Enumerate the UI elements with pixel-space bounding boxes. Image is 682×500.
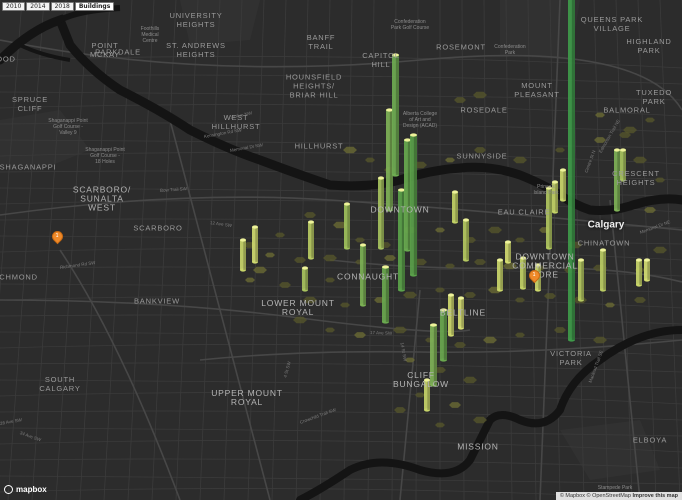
neighborhood-label: SCARBORO xyxy=(133,223,183,233)
attribution-mapbox[interactable]: © Mapbox xyxy=(560,493,585,499)
building-bar xyxy=(644,258,650,282)
neighborhood-label: CLIFF BUNGALOW xyxy=(393,370,449,389)
neighborhood-label: CAPITOL HILL xyxy=(362,51,400,69)
building-bar xyxy=(240,238,246,272)
neighborhood-label: ELBOYA xyxy=(632,435,668,445)
attribution-osm[interactable]: © OpenStreetMap xyxy=(587,493,631,499)
city-label: Calgary xyxy=(587,219,625,231)
poi-label: Foothills Medical Centre xyxy=(140,26,160,44)
poi-label: Confederation Park Golf Course xyxy=(390,19,430,31)
neighborhood-label: HILLHURST xyxy=(294,141,344,151)
marker-label: 1 xyxy=(532,272,536,279)
building-bar xyxy=(568,0,575,342)
poi-label: Stampede Park xyxy=(597,485,633,491)
neighborhood-label: BALMORAL xyxy=(603,105,651,115)
neighborhood-label: DOWNTOWN COMMERCIAL CORE xyxy=(512,251,578,280)
year-tab-bar: 2010 2014 2018 Buildings xyxy=(2,2,115,11)
neighborhood-label: QUEENS PARK VILLAGE xyxy=(580,15,644,33)
neighborhood-label: OOD xyxy=(0,54,16,64)
building-bar xyxy=(404,138,411,252)
neighborhood-label: UPPER MOUNT ROYAL xyxy=(211,388,283,407)
neighborhood-label: UNIVERSITY HEIGHTS xyxy=(169,11,223,29)
neighborhood-label: VICTORIA PARK xyxy=(550,349,592,367)
street-label: 17 Ave SW xyxy=(369,330,393,336)
neighborhood-label: MISSION xyxy=(457,441,499,452)
poi-label: Confederation Park xyxy=(494,44,526,56)
building-bar xyxy=(452,190,458,224)
improve-map-link[interactable]: Improve this map xyxy=(632,493,678,499)
building-bar xyxy=(505,240,511,264)
neighborhood-label: CRESCENT HEIGHTS xyxy=(612,169,660,187)
building-bar xyxy=(302,266,308,292)
building-bar xyxy=(308,220,314,260)
neighborhood-label: ST. ANDREWS HEIGHTS xyxy=(166,41,226,59)
neighborhood-label: TUXEDO PARK xyxy=(635,88,673,106)
neighborhood-label: CONNAUGHT xyxy=(337,271,399,282)
building-bar xyxy=(578,258,584,302)
neighborhood-label: BELTLINE xyxy=(440,307,486,318)
poi-label: Shaganappi Point Golf Course -18 Holes xyxy=(85,147,125,165)
neighborhood-label: MOUNT PLEASANT xyxy=(514,81,560,99)
neighborhood-label: HIGHLAND PARK xyxy=(626,37,672,55)
neighborhood-label: DOWNTOWN xyxy=(370,204,430,215)
building-bar xyxy=(600,248,606,292)
poi-label: Prince's Island Park xyxy=(533,184,559,196)
tab-buildings[interactable]: Buildings xyxy=(74,2,115,11)
building-bar xyxy=(252,225,258,264)
neighborhood-label: PARKDALE xyxy=(95,47,141,57)
neighborhood-label: CHINATOWN xyxy=(577,238,631,248)
neighborhood-label: BANKVIEW xyxy=(134,296,180,306)
mapbox-logo[interactable]: mapbox xyxy=(4,485,47,494)
tab-2018[interactable]: 2018 xyxy=(50,2,74,11)
neighborhood-label: ROSEDALE xyxy=(460,105,508,115)
mapbox-logo-icon xyxy=(4,485,13,494)
neighborhood-label: LOWER MOUNT ROYAL xyxy=(261,298,335,317)
building-bar xyxy=(497,258,503,292)
tab-2010[interactable]: 2010 xyxy=(2,2,26,11)
poi-label: Alberta College of Art and Design (ACAD) xyxy=(402,111,438,129)
neighborhood-label: BANFF TRAIL xyxy=(306,33,336,51)
neighborhood-label: ROSEMONT xyxy=(436,42,486,52)
map-view[interactable]: 2010 2014 2018 Buildings UNIVERSITY HEIGH… xyxy=(0,0,682,500)
marker-label: 1 xyxy=(55,233,59,240)
building-bar xyxy=(344,202,350,250)
building-bar xyxy=(636,258,642,287)
neighborhood-label: RICHMOND xyxy=(0,272,38,282)
poi-label: Shaganappi Point Golf Course - Valley 9 xyxy=(48,118,88,136)
map-attribution: © Mapbox © OpenStreetMap Improve this ma… xyxy=(555,492,682,500)
building-bar xyxy=(386,108,393,212)
building-bar xyxy=(560,168,566,202)
neighborhood-label: SOUTH CALGARY xyxy=(39,375,81,393)
building-bar xyxy=(463,218,469,262)
building-bar xyxy=(392,53,399,177)
neighborhood-label: SHAGANAPPI xyxy=(0,162,57,172)
neighborhood-label: EAU CLAIRE xyxy=(497,207,551,217)
neighborhood-label: HOUNSFIELD HEIGHTS/BRIAR HILL xyxy=(285,72,343,100)
neighborhood-label: SPRUCE CLIFF xyxy=(11,95,49,113)
neighborhood-label: SCARBORO/SUNALTA WEST xyxy=(72,184,132,213)
tab-2014[interactable]: 2014 xyxy=(26,2,50,11)
mapbox-logo-text: mapbox xyxy=(16,485,47,494)
neighborhood-label: SUNNYSIDE xyxy=(456,151,508,161)
